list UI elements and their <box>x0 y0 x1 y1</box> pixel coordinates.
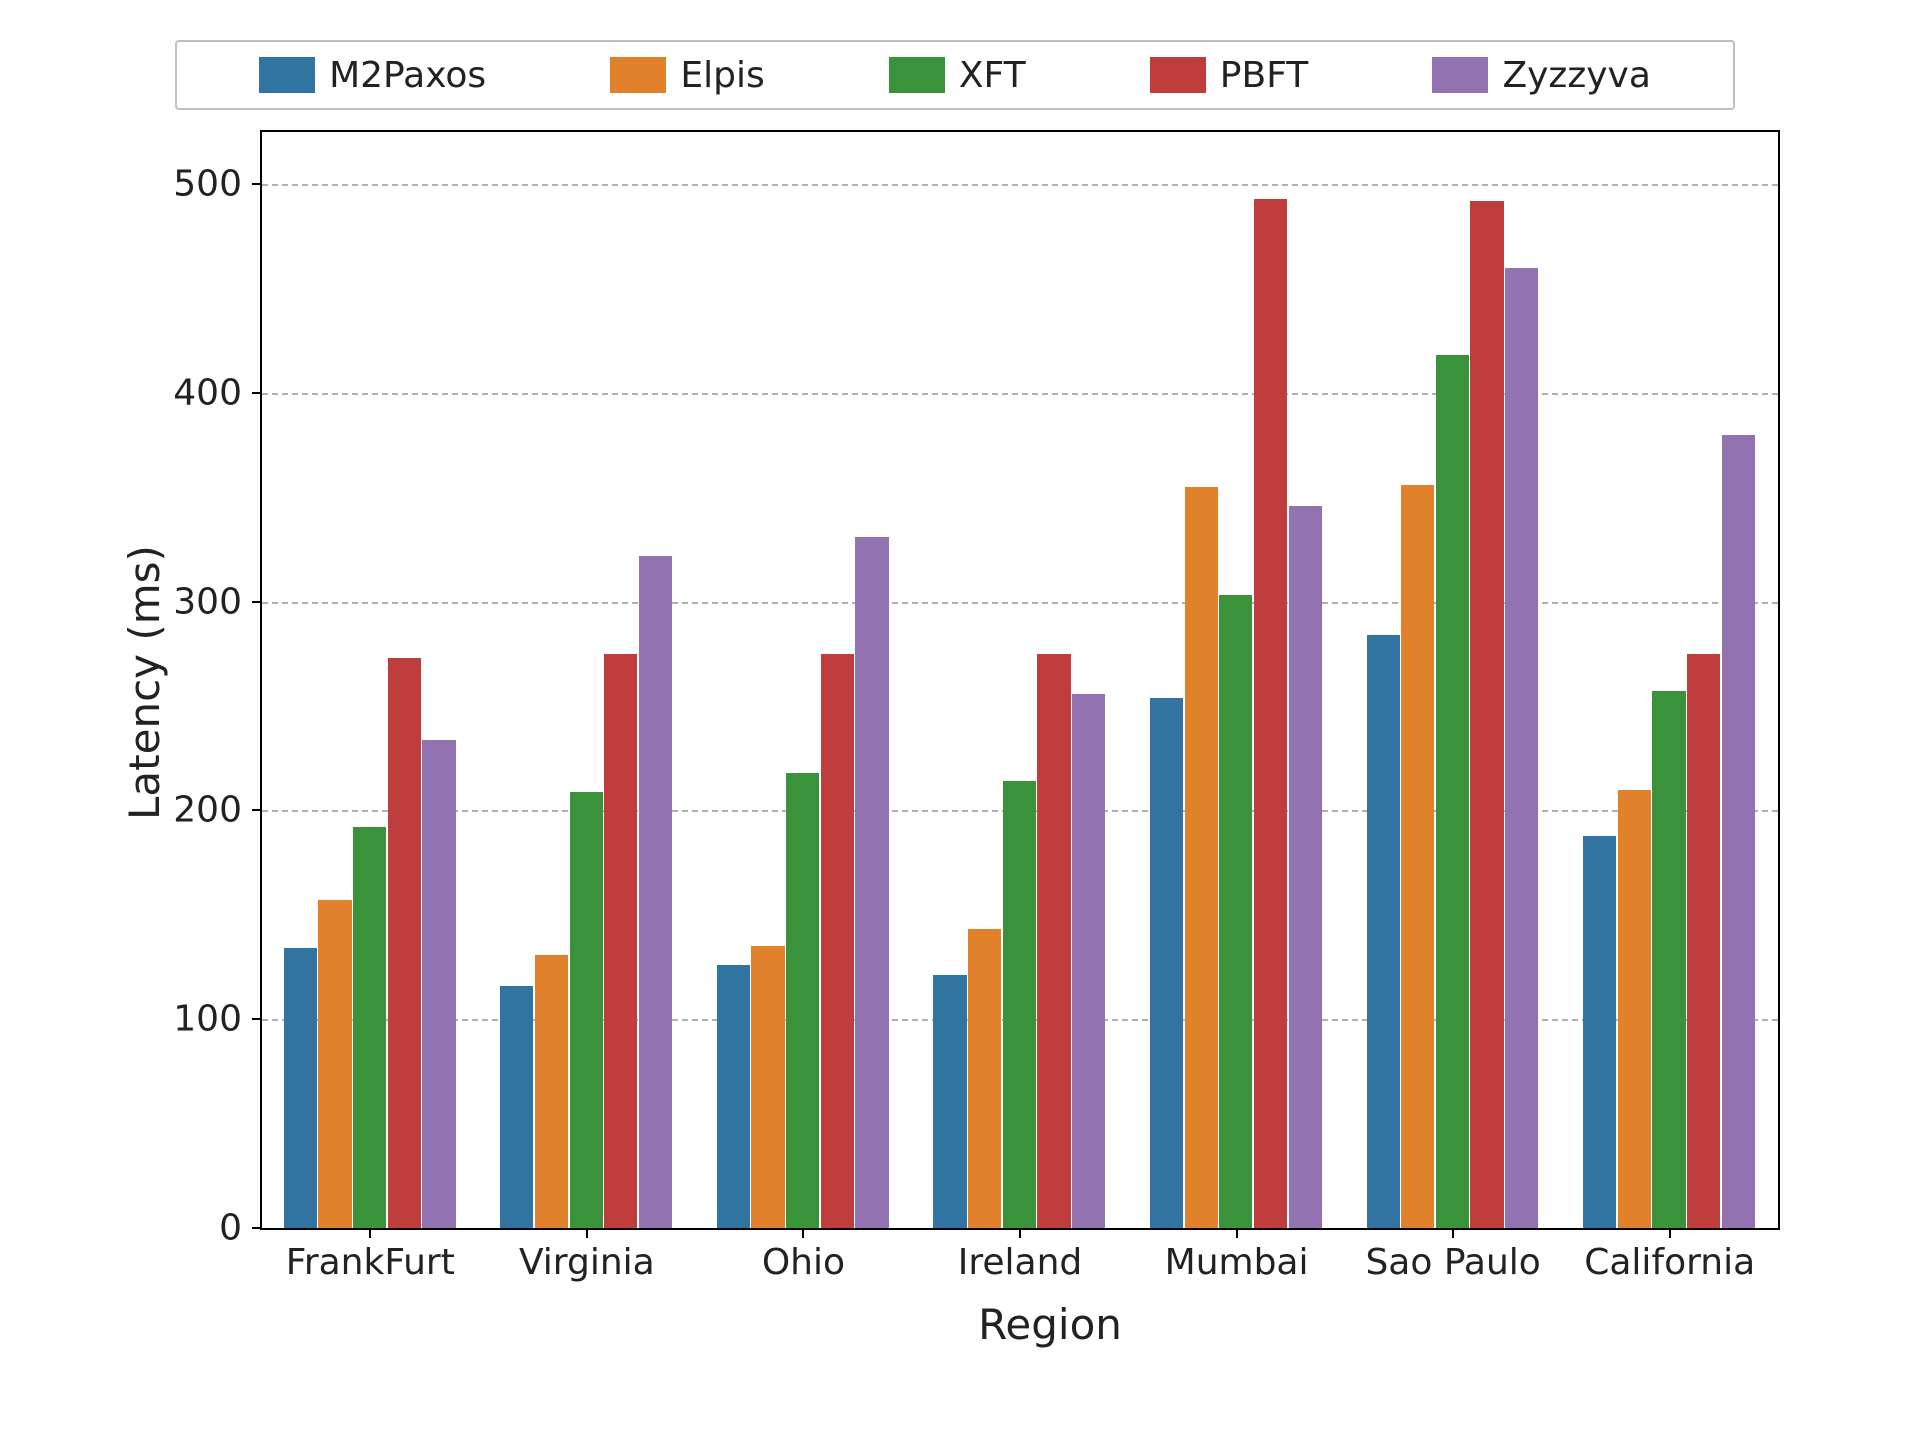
legend-item-zyzzyva: Zyzzyva <box>1432 55 1650 96</box>
legend-label: PBFT <box>1220 55 1308 96</box>
x-tick <box>1236 1228 1238 1238</box>
x-tick <box>1669 1228 1671 1238</box>
bar <box>1687 654 1720 1228</box>
bar <box>1003 781 1036 1228</box>
bar <box>1037 654 1070 1228</box>
bar <box>284 948 317 1228</box>
bar <box>1185 487 1218 1228</box>
y-tick-label: 500 <box>152 164 242 205</box>
y-tick-label: 200 <box>152 790 242 831</box>
y-tick <box>252 809 262 811</box>
bar <box>1652 691 1685 1228</box>
bar <box>751 946 784 1228</box>
bar <box>786 773 819 1228</box>
y-tick <box>252 601 262 603</box>
bar <box>422 740 455 1229</box>
bar <box>1072 694 1105 1228</box>
legend-item-m2paxos: M2Paxos <box>259 55 486 96</box>
y-tick <box>252 1227 262 1229</box>
bar <box>570 792 603 1228</box>
bar <box>855 537 888 1228</box>
y-tick-label: 100 <box>152 999 242 1040</box>
x-tick-label: Ireland <box>958 1242 1083 1283</box>
bar <box>639 556 672 1228</box>
bar <box>1618 790 1651 1228</box>
legend-swatch-icon <box>610 57 666 93</box>
bar <box>1150 698 1183 1228</box>
bar <box>535 955 568 1228</box>
x-tick-label: Sao Paulo <box>1365 1242 1540 1283</box>
legend-label: M2Paxos <box>329 55 486 96</box>
bar <box>318 900 351 1228</box>
x-tick <box>1019 1228 1021 1238</box>
bar <box>1401 485 1434 1228</box>
y-tick <box>252 183 262 185</box>
legend-label: Zyzzyva <box>1502 55 1650 96</box>
bar <box>968 929 1001 1228</box>
chart-container: M2Paxos Elpis XFT PBFT Zyzzyva Latency (… <box>80 40 1840 1400</box>
legend-swatch-icon <box>259 57 315 93</box>
legend-label: Elpis <box>680 55 764 96</box>
y-tick-label: 300 <box>152 581 242 622</box>
bar <box>1289 506 1322 1228</box>
y-tick <box>252 1018 262 1020</box>
gridline <box>262 184 1778 186</box>
y-tick-label: 0 <box>152 1208 242 1249</box>
x-tick-label: Virginia <box>519 1242 655 1283</box>
x-tick <box>586 1228 588 1238</box>
bar <box>500 986 533 1228</box>
bar <box>388 658 421 1228</box>
x-tick-label: California <box>1584 1242 1755 1283</box>
legend-item-elpis: Elpis <box>610 55 764 96</box>
legend-swatch-icon <box>889 57 945 93</box>
x-tick-label: Mumbai <box>1165 1242 1309 1283</box>
x-tick-label: FrankFurt <box>286 1242 455 1283</box>
legend-swatch-icon <box>1432 57 1488 93</box>
gridline <box>262 393 1778 395</box>
x-tick-label: Ohio <box>762 1242 845 1283</box>
plot-area: 0100200300400500FrankFurtVirginiaOhioIre… <box>260 130 1780 1230</box>
bar <box>1722 435 1755 1228</box>
y-tick-label: 400 <box>152 372 242 413</box>
bar <box>1254 199 1287 1228</box>
legend-item-xft: XFT <box>889 55 1026 96</box>
x-tick <box>369 1228 371 1238</box>
legend: M2Paxos Elpis XFT PBFT Zyzzyva <box>175 40 1735 110</box>
gridline <box>262 602 1778 604</box>
bar <box>717 965 750 1228</box>
x-axis-label: Region <box>80 1300 1840 1349</box>
x-tick <box>802 1228 804 1238</box>
bar <box>821 654 854 1228</box>
bar <box>1219 595 1252 1228</box>
bar <box>353 827 386 1228</box>
legend-item-pbft: PBFT <box>1150 55 1308 96</box>
bar <box>1367 635 1400 1228</box>
bar <box>933 975 966 1228</box>
y-tick <box>252 392 262 394</box>
bar <box>1436 355 1469 1228</box>
bar <box>1505 268 1538 1228</box>
legend-swatch-icon <box>1150 57 1206 93</box>
x-tick <box>1452 1228 1454 1238</box>
bar <box>1583 836 1616 1228</box>
legend-label: XFT <box>959 55 1026 96</box>
bar <box>1470 201 1503 1228</box>
bar <box>604 654 637 1228</box>
